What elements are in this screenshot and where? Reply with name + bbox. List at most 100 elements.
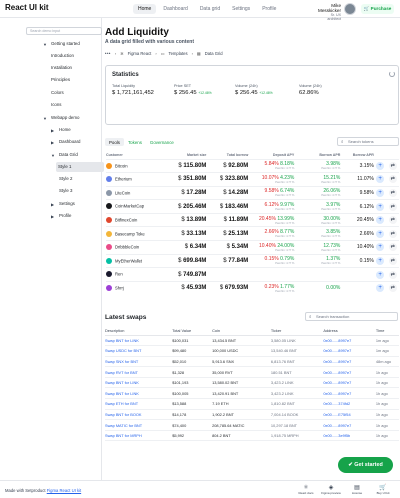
table-row[interactable]: Swap BNT for LINK $101,193 13,580.02 BNT 3,…: [105, 377, 399, 389]
table-row[interactable]: Swap MATIC for BNT $74,400 208,785.64 MATI…: [105, 419, 399, 431]
more-icon[interactable]: •••: [105, 51, 111, 56]
sidebar-item-principles[interactable]: Principles: [51, 75, 70, 85]
sidebar-item-getting-started[interactable]: Getting started: [51, 39, 80, 49]
swap-address[interactable]: 0x00......8997e7: [323, 356, 376, 368]
app-logo[interactable]: React UI kit: [5, 3, 49, 12]
swap-icon[interactable]: ⇄: [388, 229, 397, 238]
chevron-right-icon[interactable]: ▶: [51, 128, 54, 133]
purchase-button[interactable]: 🛒 Purchase: [361, 4, 394, 14]
nav-home[interactable]: Home: [133, 4, 157, 14]
tab-tokens[interactable]: Tokens: [124, 138, 146, 146]
column-header[interactable]: Customer: [106, 151, 167, 159]
swap-address[interactable]: 0x00......E75f54: [323, 409, 376, 421]
figma-preview-button[interactable]: ◈ Figma preview: [320, 484, 342, 495]
swap-address[interactable]: 0x00......8997e7: [323, 387, 376, 400]
chevron-down-icon[interactable]: ▼: [51, 153, 55, 158]
add-icon[interactable]: +: [376, 188, 385, 197]
table-row[interactable]: Swap ETH for BNT $13,588 7.19 ETH 1,810.82 …: [105, 398, 399, 410]
column-header[interactable]: Market size: [167, 151, 206, 159]
add-icon[interactable]: +: [376, 284, 385, 293]
column-header[interactable]: Total borrow: [206, 151, 249, 159]
table-row[interactable]: Shrrj $ 45.93M $ 679.93M 0.23% 1.77% Past 6m…: [106, 281, 399, 295]
sidebar-item-data-grid[interactable]: Data Grid: [59, 150, 78, 160]
nav-settings[interactable]: Settings: [227, 4, 255, 14]
swap-address[interactable]: 0x00......3e9f5b: [323, 430, 376, 442]
swap-icon[interactable]: ⇄: [388, 202, 397, 211]
table-row[interactable]: BitfinexCoin $ 13.89M $ 11.89M 20.45% 13.99…: [106, 213, 399, 227]
chevron-right-icon[interactable]: ▶: [51, 202, 54, 207]
swap-address[interactable]: 0x00......374fd2: [323, 398, 376, 410]
chevron-right-icon[interactable]: ▶: [51, 140, 54, 145]
react-docs-button[interactable]: ⚛ React docs: [295, 484, 317, 495]
table-row[interactable]: MyEtherWallet $ 699.84M $ 77.84M 0.15% 0.79…: [106, 254, 399, 268]
column-header[interactable]: Deposit APY: [248, 151, 294, 159]
column-header[interactable]: Borrow APR: [340, 151, 374, 159]
breadcrumb-item[interactable]: Data Grid: [205, 51, 223, 56]
column-header[interactable]: Coin: [212, 327, 271, 336]
swap-address[interactable]: 0x00......8997e7: [323, 419, 376, 431]
sidebar-item-webapp-demo[interactable]: Webapp demo: [51, 113, 79, 123]
buy-ui-kit-button[interactable]: 🛒 Buy UI kit: [372, 484, 394, 495]
table-row[interactable]: Swap BNT for BOOK $14,178 1,902.2 BNT 7,004…: [105, 409, 399, 421]
sidebar-item-style-1[interactable]: Style 1: [56, 162, 104, 172]
swap-icon[interactable]: ⇄: [388, 188, 397, 197]
sidebar-item-style-3[interactable]: Style 3: [59, 186, 72, 196]
swap-description[interactable]: Swap USDC for BNT: [105, 345, 173, 357]
sidebar-item-style-2[interactable]: Style 2: [59, 174, 72, 184]
sidebar-item-home[interactable]: Home: [59, 125, 71, 135]
swap-description[interactable]: Swap BNT for BOOK: [105, 409, 173, 421]
nav-data-grid[interactable]: Data grid: [195, 4, 225, 14]
table-row[interactable]: LiteCoin $ 17.28M $ 14.28M 9.58% 6.74% Past …: [106, 186, 399, 200]
add-icon[interactable]: +: [376, 229, 385, 238]
sidebar-item-colors[interactable]: Colors: [51, 88, 64, 98]
table-row[interactable]: Etherium $ 351.80M $ 323.80M 10.07% 4.23% Pa…: [106, 172, 399, 187]
swap-address[interactable]: 0x00......8997e7: [323, 345, 376, 357]
swap-description[interactable]: Swap MATIC for BNT: [105, 419, 173, 431]
sidebar-item-installation[interactable]: Installation: [51, 63, 72, 73]
breadcrumb-item[interactable]: Templates: [168, 51, 187, 56]
sidebar-search-input[interactable]: Search demo input: [26, 27, 102, 35]
swap-description[interactable]: Swap BNT for LINK: [105, 387, 173, 400]
transaction-search-input[interactable]: ⌕ Search transaction: [305, 312, 398, 321]
swap-description[interactable]: Swap BNT for LINK: [105, 335, 173, 347]
table-row[interactable]: DribbbleCoin $ 6.34M $ 5.34M 10.40% 24.00% P…: [106, 240, 399, 255]
column-header[interactable]: Borrow APR: [294, 151, 340, 159]
table-row[interactable]: Swap BNT for LINK $100,005 13,420.91 BNT 3,…: [105, 387, 399, 400]
swap-icon[interactable]: ⇄: [388, 270, 397, 279]
add-icon[interactable]: +: [376, 202, 385, 211]
column-header[interactable]: Address: [323, 327, 376, 336]
tokens-search-input[interactable]: ⌕ Search tokens: [337, 137, 399, 146]
sidebar-item-profile[interactable]: Profile: [59, 211, 71, 221]
tab-governance[interactable]: Governance: [146, 138, 178, 146]
nav-dashboard[interactable]: Dashboard: [158, 4, 192, 14]
table-row[interactable]: Basecamp Toke $ 33.13M $ 25.13M 2.66% 8.77%…: [106, 226, 399, 241]
column-header[interactable]: Time: [375, 327, 399, 336]
sidebar-item-settings[interactable]: Settings: [59, 199, 75, 209]
swap-icon[interactable]: ⇄: [388, 256, 397, 265]
add-icon[interactable]: +: [376, 256, 385, 265]
table-row[interactable]: Ren $ 749.87M + ⇄: [106, 267, 399, 282]
nav-profile[interactable]: Profile: [257, 4, 281, 14]
swap-icon[interactable]: ⇄: [388, 216, 397, 225]
swap-description[interactable]: Swap ETH for BNT: [105, 398, 173, 410]
license-button[interactable]: ▤ License: [346, 484, 368, 495]
swap-description[interactable]: Swap SNX for BNT: [105, 356, 173, 368]
chevron-down-icon[interactable]: ▼: [43, 42, 47, 47]
table-row[interactable]: Swap USDC for BNT $99,480 100,000 USDC 13,5…: [105, 345, 399, 357]
get-started-button[interactable]: ✔ Get started: [338, 457, 393, 473]
swap-description[interactable]: Swap BNT for MRPH: [105, 430, 173, 442]
tab-pools[interactable]: Pools: [105, 138, 124, 146]
sidebar-item-introduction[interactable]: Introduction: [51, 51, 74, 61]
swap-icon[interactable]: ⇄: [388, 175, 397, 184]
column-header[interactable]: Total Value: [172, 327, 213, 336]
figma-kit-link[interactable]: Figma React UI kit: [47, 488, 81, 493]
sidebar-item-icons[interactable]: Icons: [51, 100, 62, 110]
table-row[interactable]: Bitcoin $ 115.80M $ 92.80M 5.84% 8.18% Past …: [106, 159, 399, 173]
swap-address[interactable]: 0x00......8997e7: [323, 366, 376, 378]
table-row[interactable]: Swap RVT for BNT $1,328 35,000 RVT 180.51 B…: [105, 366, 399, 378]
column-header[interactable]: Ticker: [270, 327, 324, 336]
swap-address[interactable]: 0x00......8997e7: [323, 335, 376, 347]
swap-address[interactable]: 0x00......8997e7: [323, 377, 376, 389]
swap-icon[interactable]: ⇄: [388, 161, 397, 170]
swap-icon[interactable]: ⇄: [388, 243, 397, 252]
